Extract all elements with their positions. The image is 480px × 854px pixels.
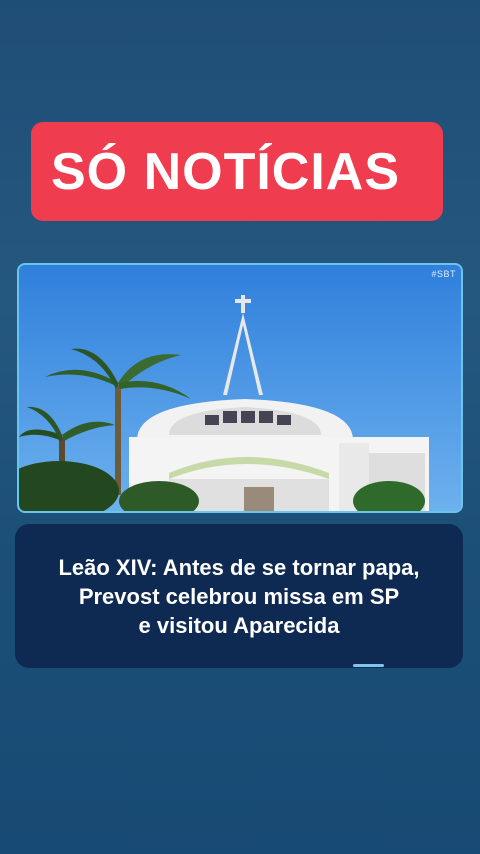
brand-title: SÓ NOTÍCIAS: [51, 142, 401, 201]
brand-banner: SÓ NOTÍCIAS: [31, 122, 443, 221]
headline-line-3: e visitou Aparecida: [138, 612, 340, 638]
headline-line-1: Leão XIV: Antes de se tornar papa,: [58, 554, 420, 580]
headline-card: Leão XIV: Antes de se tornar papa, Prevo…: [15, 524, 463, 668]
church-photo-illustration: [19, 265, 461, 511]
headline-line-2: Prevost celebrou missa em SP: [78, 583, 400, 609]
channel-watermark: #SBT: [431, 269, 456, 279]
headline: Leão XIV: Antes de se tornar papa, Prevo…: [35, 553, 443, 640]
news-photo: #SBT: [17, 263, 463, 513]
accent-line-bottom: [353, 664, 384, 667]
